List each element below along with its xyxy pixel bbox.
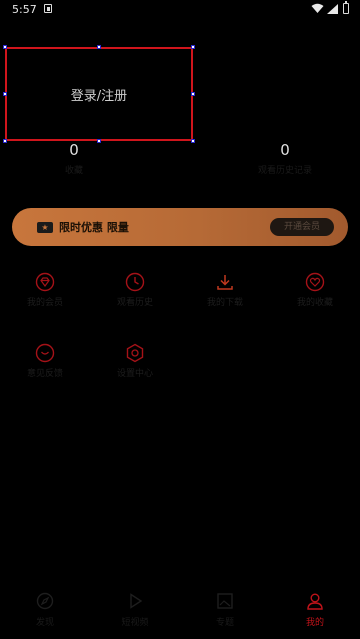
selection-handle	[191, 45, 195, 49]
feature-label: 我的会员	[26, 298, 63, 308]
selection-handle	[97, 45, 101, 49]
nav-label: 我的	[305, 618, 324, 628]
feature-feedback[interactable]: 意见反馈	[10, 343, 80, 379]
download-icon	[217, 275, 233, 290]
history-count: 0	[280, 141, 290, 159]
notification-icon	[44, 4, 52, 13]
nav-topics[interactable]: 专题	[195, 592, 255, 628]
login-register-button[interactable]: 登录/注册	[5, 47, 193, 141]
signal-icon	[327, 4, 338, 14]
my-profile-screen: 5:57 登录/注册 0 收藏 0 观看历史记录 ★ 限时优惠 限量 开通会员	[0, 0, 360, 639]
history-stat[interactable]: 0 观看历史记录	[245, 141, 325, 176]
image-icon	[217, 593, 233, 609]
open-vip-button[interactable]: 开通会员	[270, 218, 334, 236]
status-time: 5:57	[12, 3, 37, 16]
feature-my-vip[interactable]: 我的会员	[10, 272, 80, 308]
feature-label: 设置中心	[116, 369, 153, 379]
history-label: 观看历史记录	[257, 166, 312, 176]
feature-watch-history[interactable]: 观看历史	[100, 272, 170, 308]
feature-my-favorites[interactable]: 我的收藏	[280, 272, 350, 308]
battery-icon	[343, 1, 349, 14]
nav-discover[interactable]: 发现	[15, 592, 75, 628]
feature-label: 意见反馈	[26, 369, 63, 379]
clock-icon	[125, 272, 145, 292]
wifi-icon	[311, 3, 324, 13]
compass-icon	[36, 592, 54, 610]
favorites-stat[interactable]: 0 收藏	[34, 141, 114, 176]
selection-handle	[3, 45, 7, 49]
feature-my-downloads[interactable]: 我的下载	[190, 272, 260, 308]
feature-label: 观看历史	[116, 298, 153, 308]
favorites-count: 0	[69, 141, 79, 159]
selection-handle	[191, 92, 195, 96]
nav-label: 短视频	[121, 618, 149, 628]
vip-promo-banner[interactable]: ★ 限时优惠 限量 开通会员	[12, 208, 348, 246]
nav-label: 发现	[35, 618, 54, 628]
feature-label: 我的下载	[206, 298, 243, 308]
play-icon	[130, 593, 143, 609]
person-icon	[307, 593, 323, 610]
selection-handle	[3, 139, 7, 143]
nav-label: 专题	[215, 618, 234, 628]
selection-handle	[191, 139, 195, 143]
feature-label: 我的收藏	[296, 298, 333, 308]
diamond-icon	[35, 272, 55, 292]
favorites-label: 收藏	[64, 166, 83, 176]
login-register-label: 登录/注册	[70, 88, 128, 104]
vip-promo-title: 限时优惠 限量	[59, 221, 129, 234]
status-bar: 5:57	[0, 0, 360, 20]
feature-settings[interactable]: 设置中心	[100, 343, 170, 379]
settings-icon	[126, 343, 144, 363]
nav-mine[interactable]: 我的	[285, 592, 345, 628]
selection-handle	[3, 92, 7, 96]
ticket-icon: ★	[37, 222, 53, 233]
heart-icon	[305, 272, 325, 292]
nav-short-video[interactable]: 短视频	[105, 592, 165, 628]
chat-icon	[35, 343, 55, 363]
